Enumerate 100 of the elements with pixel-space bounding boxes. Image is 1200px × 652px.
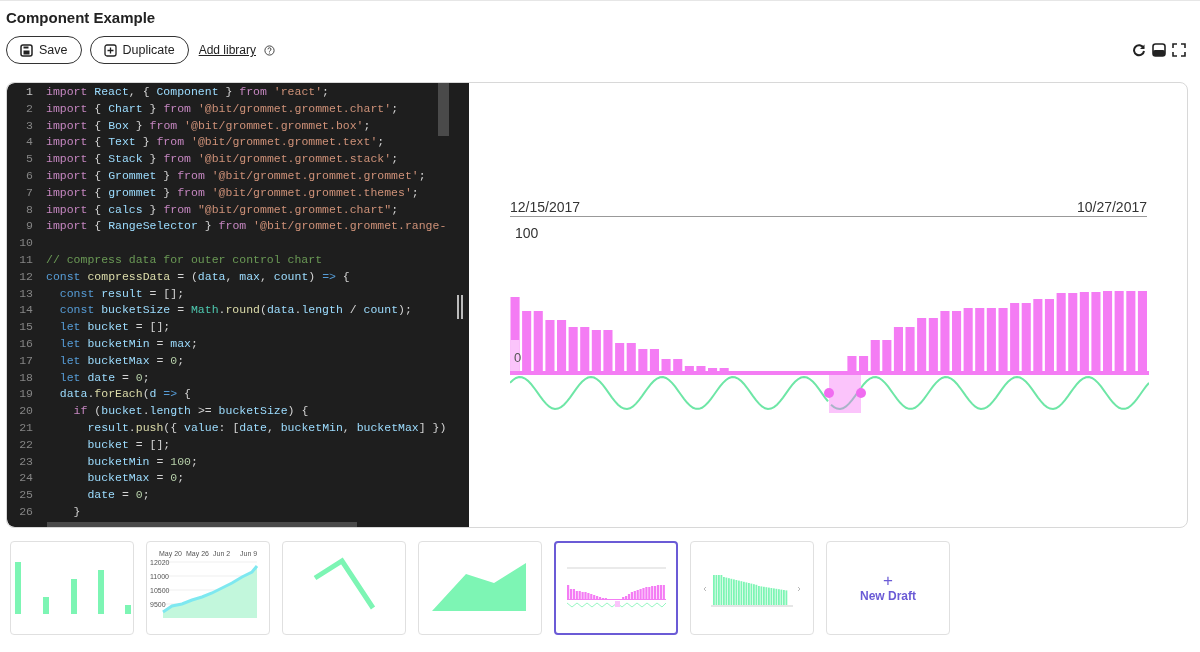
resize-handle[interactable]: [457, 295, 463, 319]
line-number: 21: [18, 420, 33, 436]
code-line: let bucketMax = 0;: [58, 353, 185, 369]
line-number: 19: [18, 387, 33, 403]
line-number: 7: [25, 185, 33, 201]
chart-bar: [1021, 303, 1031, 371]
line-number: 22: [18, 437, 33, 453]
duplicate-button[interactable]: Duplicate: [89, 36, 189, 64]
code-line: const bucketSize = Math.round(data.length / count);: [58, 303, 412, 319]
chart-bar: [638, 349, 648, 371]
chart-bar: [626, 343, 636, 371]
axis-label: 100: [515, 225, 539, 241]
code-line: import { grommet } from '@bit/grommet.grommet.themes';: [46, 185, 419, 201]
new-draft-button[interactable]: + New Draft: [826, 541, 950, 635]
chart-bar: [893, 327, 903, 371]
page-title: Component Example: [6, 9, 157, 26]
line-number: 24: [18, 471, 33, 487]
code-line: import { Grommet } from '@bit/grommet.grommet.grommet';: [46, 169, 426, 184]
line-number: 13: [18, 286, 33, 302]
end-date: 10/27/2017: [1076, 199, 1147, 215]
draft-thumbnail[interactable]: [554, 541, 678, 635]
chart-bar: [986, 308, 996, 371]
code-line: import { calcs } from "@bit/grommet.grommet.chart";: [46, 202, 399, 218]
code-line: let bucket = [];: [58, 320, 171, 336]
help-icon[interactable]: [264, 44, 275, 56]
chart-bar: [649, 349, 659, 371]
chart-bar: [928, 318, 938, 371]
chart-bar: [963, 308, 973, 371]
code-line: const compressData = (data, max, count) => {: [46, 269, 350, 285]
start-date: 12/15/2017: [510, 199, 581, 215]
code-line: let date = 0;: [58, 370, 150, 386]
add-library-link[interactable]: Add library: [198, 43, 256, 57]
code-editor[interactable]: [7, 83, 469, 527]
line-number: 11: [18, 252, 33, 268]
line-number: 2: [25, 101, 33, 117]
line-number: 9: [25, 219, 33, 235]
chart-bar: [568, 327, 578, 371]
line-number: 5: [25, 152, 33, 168]
code-line: if (bucket.length >= bucketSize) {: [72, 404, 309, 420]
horizontal-scrollbar[interactable]: [47, 522, 357, 527]
code-line: import { Box } from '@bit/grommet.grommet.box';: [46, 118, 371, 134]
save-button[interactable]: Save: [6, 36, 82, 64]
line-number: 20: [18, 404, 33, 420]
chart-bar: [1010, 303, 1020, 371]
chart-bar: [975, 308, 985, 371]
code-line: import { Text } from '@bit/grommet.grommet.text';: [46, 135, 385, 151]
code-line: data.forEach(d => {: [58, 387, 191, 403]
line-number: 23: [18, 454, 33, 470]
line-number: 8: [25, 202, 33, 218]
range-selector[interactable]: [824, 375, 866, 413]
code-line: bucketMin = 100;: [86, 454, 198, 470]
chart-bar: [522, 311, 532, 371]
code-line: import { Chart } from '@bit/grommet.grommet.chart';: [46, 101, 399, 117]
chart-bar: [533, 311, 543, 371]
code-line: }: [72, 504, 81, 520]
chart-bar: [952, 311, 962, 371]
line-number: 14: [18, 303, 33, 319]
axis-label: 0: [514, 350, 522, 365]
chart-bar: [580, 327, 590, 371]
chart-bar: [1044, 299, 1054, 371]
chart-bar: [696, 366, 706, 371]
chart-bar: [882, 340, 892, 371]
code-line: // compress data for outer control chart: [46, 252, 323, 268]
line-number: 10: [18, 236, 33, 252]
code-line: import React, { Component } from 'react';: [46, 85, 329, 100]
code-line: bucket = [];: [86, 437, 171, 453]
chart-bar: [545, 320, 555, 371]
code-line: import { RangeSelector } from '@bit/grommet.grommet.range-: [46, 219, 447, 235]
line-number: 12: [18, 269, 33, 285]
line-number: 18: [18, 370, 33, 386]
line-number: 6: [25, 169, 33, 184]
chart-bar: [603, 330, 613, 371]
chart-bar: [905, 327, 915, 371]
chart-bar: [940, 311, 950, 371]
chart-bar: [917, 318, 927, 371]
chart-bar: [615, 343, 625, 371]
line-number: 1: [25, 85, 33, 100]
panel-layout-icon[interactable]: [1152, 43, 1166, 57]
chart-bar: [661, 359, 671, 371]
code-line: result.push({ value: [date, bucketMin, bucketMax] }): [86, 420, 447, 436]
line-number: 16: [18, 336, 33, 352]
line-number: 25: [18, 488, 33, 504]
chart-bar: [847, 356, 857, 371]
line-number: 26: [18, 504, 33, 520]
vertical-scrollbar[interactable]: [438, 83, 449, 136]
fullscreen-icon[interactable]: [1172, 43, 1186, 57]
code-line: import { Stack } from '@bit/grommet.grommet.stack';: [46, 152, 399, 168]
chart-bar: [998, 308, 1008, 371]
code-line: const result = [];: [58, 286, 185, 302]
refresh-icon[interactable]: [1132, 43, 1146, 57]
code-line: let bucketMin = max;: [58, 336, 198, 352]
code-line: date = 0;: [86, 488, 150, 504]
line-number: 4: [25, 135, 33, 151]
chart-bar: [1033, 299, 1043, 371]
code-line: bucketMax = 0;: [86, 471, 185, 487]
bar-highlight: [510, 340, 520, 371]
chart-bar: [591, 330, 601, 371]
chart-bar: [557, 320, 567, 371]
line-number: 17: [18, 353, 33, 369]
plus-square-icon: [103, 43, 117, 57]
